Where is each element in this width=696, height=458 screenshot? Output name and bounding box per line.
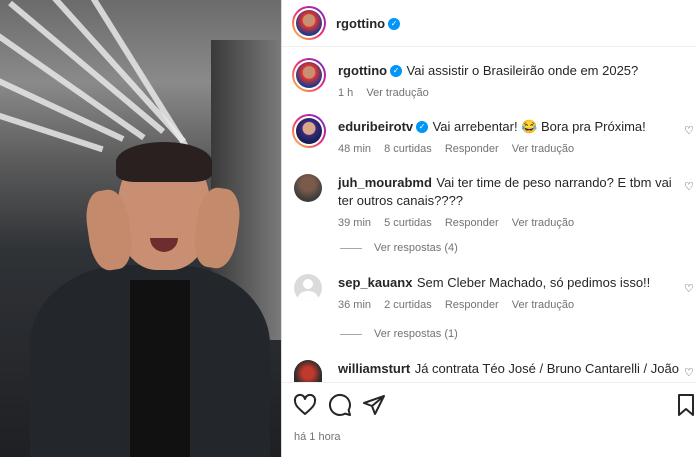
view-replies-label[interactable]: Ver respostas (1): [374, 328, 458, 340]
post-header: rgottino ✓: [282, 0, 696, 47]
view-replies[interactable]: Ver respostas (1): [340, 328, 458, 340]
translate-link[interactable]: Ver tradução: [512, 143, 574, 155]
verified-badge-icon: ✓: [388, 17, 401, 30]
reply-button[interactable]: Responder: [445, 299, 499, 311]
comment-username[interactable]: sep_kauanx: [338, 275, 412, 290]
comment-text: Sem Cleber Machado, só pedimos isso!!: [416, 275, 651, 290]
ceiling-slat: [87, 0, 188, 148]
reply-button[interactable]: Responder: [445, 143, 499, 155]
comment-avatar[interactable]: [294, 360, 322, 382]
comment-item: juh_mourabmd Vai ter time de peso narran…: [338, 174, 683, 232]
comment-username[interactable]: williamsturt: [338, 361, 410, 376]
comment-item: sep_kauanx Sem Cleber Machado, só pedimo…: [338, 274, 683, 314]
comment-time: 39 min: [338, 217, 372, 229]
comment-avatar[interactable]: [294, 174, 322, 202]
reply-button[interactable]: Responder: [445, 217, 499, 229]
comment-item: williamsturt Já contrata Téo José / Brun…: [338, 360, 683, 382]
comment-likes[interactable]: 2 curtidas: [384, 299, 432, 311]
ceiling-slat: [8, 0, 166, 134]
comment-avatar[interactable]: [292, 114, 326, 148]
heart-icon[interactable]: ♡: [684, 124, 694, 137]
caption-avatar[interactable]: [292, 58, 326, 92]
post-details-panel: rgottino ✓ rgottino ✓ Vai assistir o Brasi…: [282, 0, 696, 457]
heart-icon[interactable]: ♡: [684, 282, 694, 295]
comment-username[interactable]: eduribeirotv: [338, 119, 413, 134]
caption: rgottino ✓ Vai assistir o Brasileirão ond…: [338, 62, 683, 102]
view-replies[interactable]: Ver respostas (4): [340, 242, 458, 254]
comment-likes[interactable]: 8 curtidas: [384, 143, 432, 155]
replies-line: [340, 333, 362, 335]
caption-time[interactable]: 1 h: [338, 87, 353, 99]
heart-icon[interactable]: ♡: [684, 366, 694, 379]
bookmark-icon[interactable]: [676, 393, 696, 417]
comment-time: 48 min: [338, 143, 372, 155]
verified-badge-icon: ✓: [416, 120, 429, 133]
replies-line: [340, 247, 362, 249]
comment-item: eduribeirotv ✓ Vai arrebentar! 😂 Bora pra…: [338, 118, 683, 158]
comment-icon[interactable]: [328, 393, 352, 417]
caption-username[interactable]: rgottino: [338, 63, 387, 78]
post-timestamp: há 1 hora: [294, 431, 341, 443]
post-media[interactable]: [0, 0, 281, 457]
caption-translate-link[interactable]: Ver tradução: [366, 87, 428, 99]
person-shirt: [130, 280, 190, 457]
comment-avatar[interactable]: [294, 274, 322, 302]
caption-text: Vai assistir o Brasileirão onde em 2025?: [406, 63, 639, 78]
heart-icon[interactable]: ♡: [684, 180, 694, 193]
heart-icon[interactable]: [293, 393, 317, 417]
comment-text: Vai arrebentar! 😂 Bora pra Próxima!: [432, 119, 646, 134]
verified-badge-icon: ✓: [390, 64, 403, 77]
ceiling-slat: [0, 60, 125, 142]
person-hair: [116, 142, 212, 182]
action-bar: há 1 hora: [282, 382, 696, 458]
send-icon[interactable]: [362, 393, 386, 417]
comment-username[interactable]: juh_mourabmd: [338, 175, 432, 190]
translate-link[interactable]: Ver tradução: [512, 299, 574, 311]
comment-text: Já contrata Téo José / Bruno Cantarelli …: [414, 361, 679, 376]
author-avatar[interactable]: [292, 6, 326, 40]
header-user: rgottino ✓: [336, 15, 401, 33]
author-username[interactable]: rgottino: [336, 16, 385, 31]
comment-likes[interactable]: 5 curtidas: [384, 217, 432, 229]
view-replies-label[interactable]: Ver respostas (4): [374, 242, 458, 254]
comment-time: 36 min: [338, 299, 372, 311]
translate-link[interactable]: Ver tradução: [512, 217, 574, 229]
